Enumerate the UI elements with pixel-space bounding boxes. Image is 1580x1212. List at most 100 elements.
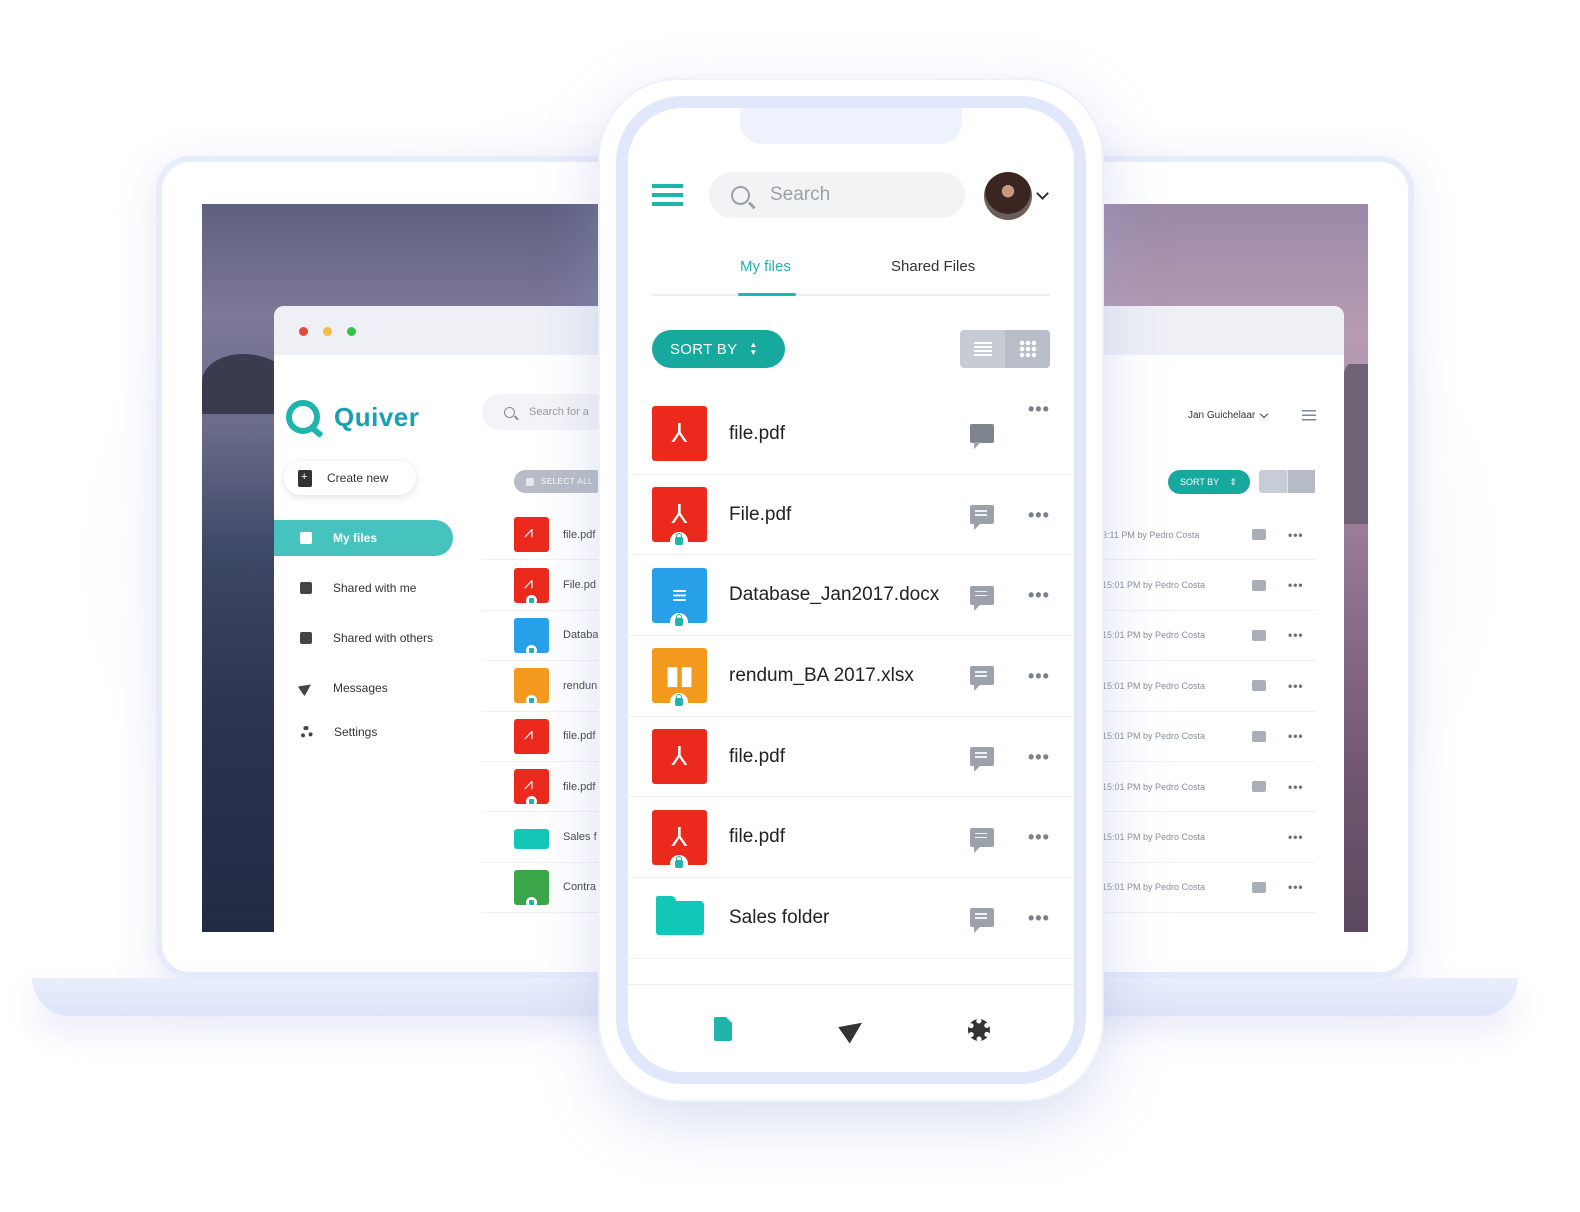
comment-icon[interactable] [1252,781,1266,793]
grid-view-icon [1018,340,1037,358]
select-all-button[interactable]: SELECT ALL [514,470,606,493]
list-item[interactable]: Contra [482,863,602,914]
table-row[interactable]: 15:01 PM by Pedro Costa ••• [1102,611,1316,662]
sidebar-item-label: Settings [334,725,378,739]
more-options-icon[interactable]: ••• [1028,748,1050,766]
more-options-icon[interactable]: ••• [1288,830,1304,844]
acrobat-glyph-icon: ⅄ [671,741,688,772]
comment-icon[interactable] [1252,730,1266,742]
list-view-icon[interactable] [1302,410,1316,421]
file-name: Sales f [563,831,597,844]
comment-icon[interactable] [1252,529,1266,541]
table-row[interactable]: 15:01 PM by Pedro Costa ••• [1102,812,1316,863]
list-item[interactable]: file.pdf [482,712,602,762]
more-options-icon[interactable]: ••• [1028,667,1050,685]
list-item[interactable]: Databa [482,611,602,662]
table-row[interactable]: 15:01 PM by Pedro Costa ••• [1102,762,1316,813]
more-options-icon[interactable]: ••• [1028,586,1050,604]
file-icon[interactable] [714,1017,732,1041]
minimize-window-button[interactable] [323,327,332,336]
comment-icon[interactable] [970,585,994,611]
more-options-icon[interactable]: ••• [1028,506,1050,524]
list-item[interactable]: Sales folder ••• [628,878,1074,959]
file-meta: 15:01 PM by Pedro Costa [1102,580,1206,591]
new-file-icon [298,469,312,487]
list-view-button[interactable] [1259,470,1288,493]
chevron-down-icon[interactable] [1036,187,1049,200]
grid-view-button[interactable] [1287,470,1315,493]
comment-icon[interactable] [970,505,994,531]
comment-placeholder [1252,832,1266,843]
sidebar-item-settings[interactable]: Settings [274,714,454,750]
more-options-icon[interactable]: ••• [1288,780,1304,794]
send-icon [297,679,315,697]
more-options-icon[interactable]: ••• [1288,628,1304,642]
list-item[interactable]: File.pd [482,560,602,611]
comment-icon[interactable] [970,908,994,934]
sidebar-item-label: Shared with me [333,581,417,595]
more-options-icon[interactable]: ••• [1028,400,1050,418]
mobile-search-input[interactable]: Search [709,172,965,218]
gear-icon[interactable] [968,1019,990,1041]
comment-icon[interactable] [970,747,994,773]
lock-icon [670,532,688,551]
send-icon[interactable] [838,1014,868,1044]
sort-label: SORT BY [670,340,738,358]
comment-icon[interactable] [1252,680,1266,692]
avatar[interactable] [984,172,1032,220]
lock-icon [526,695,537,707]
list-item[interactable]: rendun [482,661,602,712]
list-item[interactable]: ▮▮ rendum_BA 2017.xlsx ••• [628,636,1074,717]
list-item[interactable]: file.pdf [482,762,602,813]
sidebar-item-shared-with-me[interactable]: Shared with me [274,570,454,606]
comment-icon[interactable] [1252,579,1266,591]
hamburger-menu-icon[interactable] [652,184,683,206]
table-row[interactable]: 15:01 PM by Pedro Costa ••• [1102,712,1316,762]
desktop-sort-button[interactable]: SORT BY ⇕ [1168,470,1250,494]
gear-icon [300,725,313,739]
comment-icon[interactable] [970,827,994,853]
pdf-file-icon [514,769,549,808]
comment-icon[interactable] [970,424,994,450]
list-item[interactable]: ⅄ File.pdf ••• [628,475,1074,556]
search-icon [731,185,750,205]
sidebar-item-shared-with-others[interactable]: Shared with others [274,620,454,656]
list-item[interactable]: ⅄ file.pdf ••• [628,717,1074,798]
table-row[interactable]: 15:01 PM by Pedro Costa ••• [1102,863,1316,914]
file-name: file.pdf [729,745,785,767]
brand-logo[interactable]: Quiver [286,400,419,434]
list-item[interactable]: Sales f [482,812,602,863]
list-item[interactable]: file.pdf [482,510,602,561]
more-options-icon[interactable]: ••• [1288,880,1304,894]
comment-icon[interactable] [1252,629,1266,641]
maximize-window-button[interactable] [347,327,356,336]
bottom-nav [628,984,1074,1072]
list-view-button[interactable] [960,330,1005,368]
table-row[interactable]: 15:01 PM by Pedro Costa ••• [1102,661,1316,712]
more-options-icon[interactable]: ••• [1288,528,1304,542]
close-window-button[interactable] [299,327,308,336]
more-options-icon[interactable]: ••• [1028,828,1050,846]
more-options-icon[interactable]: ••• [1288,729,1304,743]
more-options-icon[interactable]: ••• [1288,578,1304,592]
table-row[interactable]: 3:11 PM by Pedro Costa ••• [1102,510,1316,561]
sheet-file-icon [514,869,549,908]
grid-view-button[interactable] [1005,330,1050,368]
create-new-label: Create new [327,471,389,485]
list-item[interactable]: ⅄ file.pdf ••• [628,797,1074,879]
list-item[interactable]: ≡ Database_Jan2017.docx ••• [628,555,1074,637]
tab-shared-files[interactable]: Shared Files [891,258,975,275]
comment-icon[interactable] [970,666,994,692]
tab-my-files[interactable]: My files [740,258,791,275]
create-new-button[interactable]: Create new [284,461,416,495]
desktop-view-toggle[interactable] [1259,470,1315,493]
more-options-icon[interactable]: ••• [1288,679,1304,693]
table-row[interactable]: 15:01 PM by Pedro Costa ••• [1102,560,1316,611]
list-item[interactable]: ⅄ file.pdf ••• [628,394,1074,475]
comment-icon[interactable] [1252,881,1266,893]
sidebar-item-messages[interactable]: Messages [274,670,454,706]
user-menu[interactable]: Jan Guichelaar [1188,409,1269,421]
sort-by-button[interactable]: SORT BY ▲ ▼ [652,330,785,368]
sidebar-item-my-files[interactable]: My files [274,520,453,556]
more-options-icon[interactable]: ••• [1028,909,1050,927]
